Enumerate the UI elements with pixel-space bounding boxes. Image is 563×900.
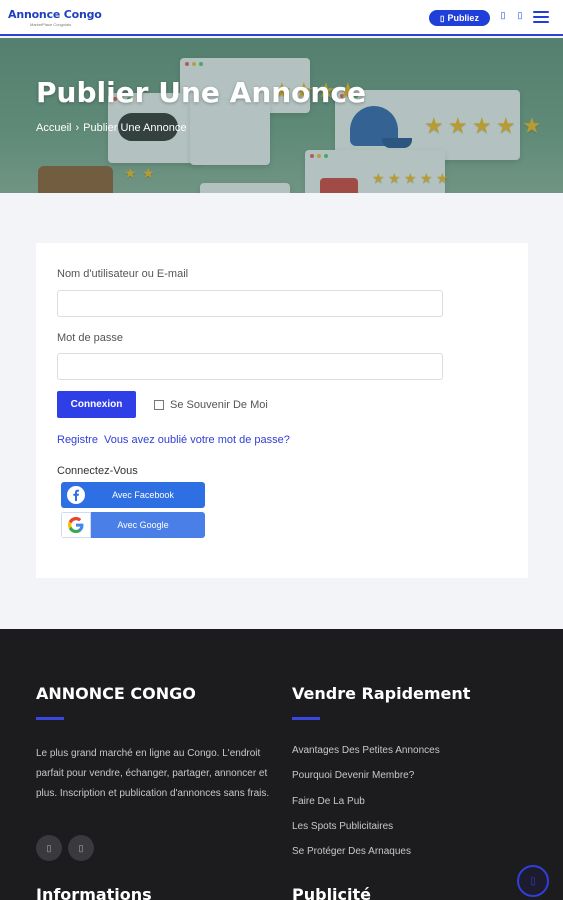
breadcrumb: Accueil › Publier Une Annonce <box>36 122 187 134</box>
footer-info-heading: Informations <box>36 885 152 900</box>
breadcrumb-separator: › <box>75 122 80 134</box>
footer-heading-underline <box>36 717 64 720</box>
footer-social-icon[interactable]: ▯ <box>68 835 94 861</box>
footer-link[interactable]: Les Spots Publicitaires <box>292 821 393 832</box>
scroll-to-top-button[interactable]: ▯ <box>517 865 549 897</box>
footer-sell-heading: Vendre Rapidement <box>292 684 471 703</box>
footer-pub-heading: Publicité <box>292 885 372 900</box>
breadcrumb-home-link[interactable]: Accueil <box>36 122 71 134</box>
hero-overlay <box>0 38 563 193</box>
google-login-button[interactable]: Avec Google <box>61 512 205 538</box>
auth-links: Registre Vous avez oublié votre mot de p… <box>57 434 290 446</box>
page-title: Publier Une Annonce <box>36 76 366 109</box>
footer-social-icon[interactable]: ▯ <box>36 835 62 861</box>
logo-title: Annonce Congo <box>8 8 102 21</box>
facebook-login-button[interactable]: Avec Facebook <box>61 482 205 508</box>
remember-me-label: Se Souvenir De Moi <box>170 399 268 411</box>
social-login-label: Connectez-Vous <box>57 465 138 477</box>
footer-link[interactable]: Se Protéger Des Arnaques <box>292 846 411 857</box>
breadcrumb-current: Publier Une Annonce <box>83 122 187 134</box>
footer-heading-underline <box>292 717 320 720</box>
user-icon[interactable]: ▯ <box>498 10 508 22</box>
site-logo[interactable]: Annonce Congo MarketPlace Congolais <box>8 8 102 27</box>
username-label: Nom d'utilisateur ou E-mail <box>57 268 189 280</box>
footer-about-text: Le plus grand marché en ligne au Congo. … <box>36 748 270 799</box>
google-login-label: Avec Google <box>117 520 169 530</box>
site-footer: ANNONCE CONGO Le plus grand marché en li… <box>0 629 563 900</box>
remember-me: Se Souvenir De Moi <box>154 399 268 411</box>
footer-link[interactable]: Avantages Des Petites Annonces <box>292 745 440 756</box>
footer-link[interactable]: Faire De La Pub <box>292 796 365 807</box>
username-input[interactable] <box>57 290 443 317</box>
publish-label: Publiez <box>447 13 479 23</box>
hamburger-menu-icon[interactable] <box>533 11 549 25</box>
login-form: Nom d'utilisateur ou E-mail Mot de passe… <box>36 243 528 578</box>
hero-banner: ★ ★ ★ ★ ★ ★ ★ ★ ★ ★ ★ ★ ★ ★ ★ ★ Publier … <box>0 38 563 193</box>
footer-about-heading: ANNONCE CONGO <box>36 684 196 703</box>
publish-button[interactable]: ▯ Publiez <box>429 10 490 26</box>
register-link[interactable]: Registre <box>57 434 98 446</box>
password-label: Mot de passe <box>57 332 124 344</box>
favorites-icon[interactable]: ▯ <box>515 10 525 22</box>
footer-link[interactable]: Pourquoi Devenir Membre? <box>292 770 414 781</box>
facebook-login-label: Avec Facebook <box>112 490 174 500</box>
facebook-icon <box>61 482 91 508</box>
logo-subtitle: MarketPlace Congolais <box>30 22 72 27</box>
google-icon <box>61 512 91 538</box>
forgot-password-link[interactable]: Vous avez oublié votre mot de passe? <box>104 434 290 446</box>
password-input[interactable] <box>57 353 443 380</box>
remember-me-checkbox[interactable] <box>154 400 164 410</box>
login-button[interactable]: Connexion <box>57 391 136 418</box>
top-header: Annonce Congo MarketPlace Congolais ▯ Pu… <box>0 0 563 36</box>
publish-icon: ▯ <box>440 13 445 23</box>
